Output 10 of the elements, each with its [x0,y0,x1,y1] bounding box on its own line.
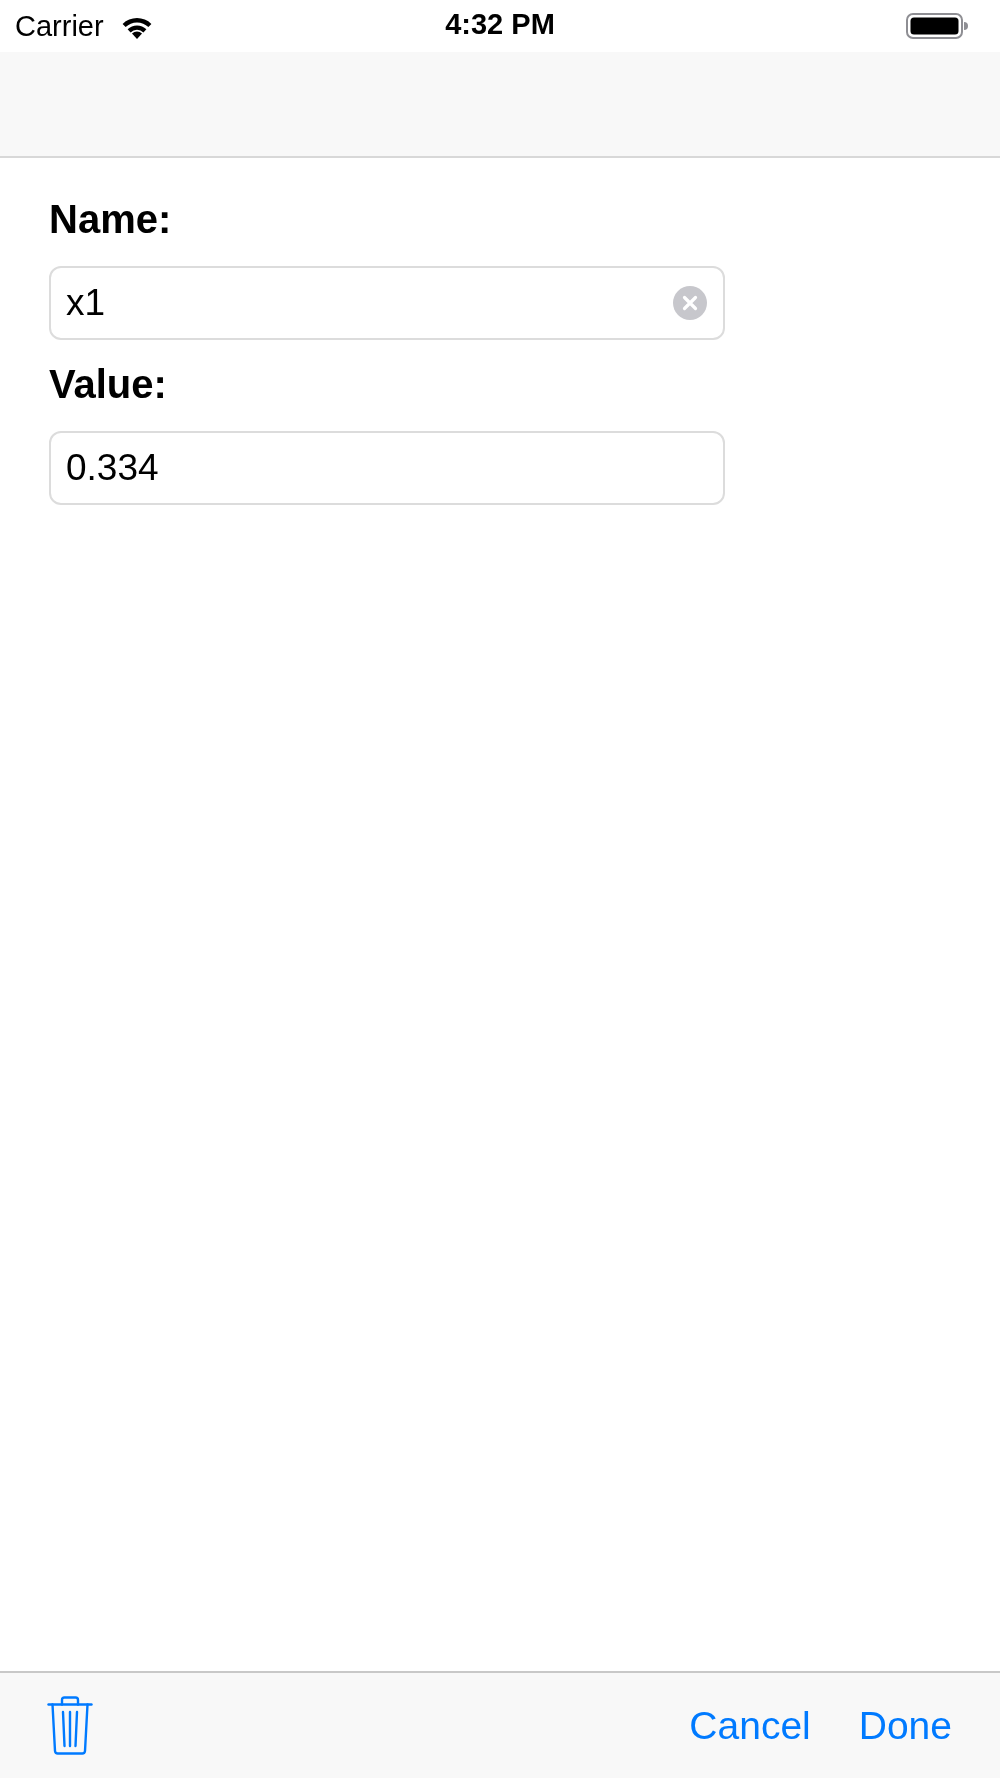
trash-icon[interactable] [47,1696,93,1755]
field-label: Value: [49,361,167,407]
carrier-label: Carrier [15,11,104,41]
field-label: Name: [49,196,172,242]
battery-icon [906,13,968,39]
toolbar-button[interactable]: Done [848,1700,962,1751]
toolbar-button[interactable]: Cancel [679,1700,821,1751]
text-field[interactable]: 0.334 [49,431,725,505]
clock-time: 4:32 PM [445,10,555,39]
text-field[interactable]: x1 [49,266,725,340]
